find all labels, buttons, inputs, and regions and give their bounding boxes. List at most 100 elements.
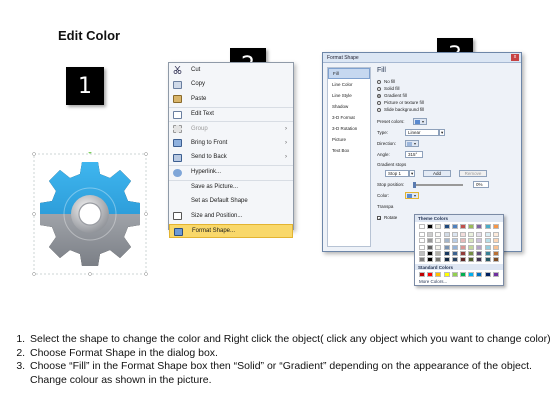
color-swatch[interactable] xyxy=(419,224,425,229)
color-swatch[interactable] xyxy=(427,244,434,250)
nav-item-line-color[interactable]: Line Color xyxy=(328,79,370,90)
standard-color-swatch[interactable] xyxy=(435,272,442,277)
option-gradient-fill[interactable]: Gradient fill xyxy=(377,92,517,99)
color-swatch[interactable] xyxy=(476,244,483,250)
angle-input[interactable]: 315° xyxy=(405,151,423,158)
nav-item-fill[interactable]: Fill xyxy=(328,68,370,79)
option-solid-fill[interactable]: Solid fill xyxy=(377,85,517,92)
color-swatch[interactable] xyxy=(492,232,499,238)
color-swatch[interactable] xyxy=(419,232,425,238)
standard-color-swatch[interactable] xyxy=(427,272,434,277)
nav-item-3d-rotation[interactable]: 3-D Rotation xyxy=(328,123,370,134)
standard-color-swatch[interactable] xyxy=(492,272,499,277)
color-swatch[interactable] xyxy=(460,238,466,244)
nav-item-shadow[interactable]: Shadow xyxy=(328,101,370,112)
nav-item-3d-format[interactable]: 3-D Format xyxy=(328,112,370,123)
color-swatch[interactable] xyxy=(492,250,499,256)
menu-item-cut[interactable]: Cut xyxy=(169,63,293,78)
color-swatch[interactable] xyxy=(435,250,442,256)
option-picture-fill[interactable]: Picture or texture fill xyxy=(377,99,517,106)
stop-select[interactable]: Stop 1 xyxy=(385,170,409,177)
menu-item-send-to-back[interactable]: Send to Back › xyxy=(169,151,293,166)
stop-position-input[interactable]: 0% xyxy=(473,181,489,188)
color-swatch[interactable] xyxy=(460,244,466,250)
color-swatch[interactable] xyxy=(451,238,458,244)
color-swatch[interactable] xyxy=(435,224,442,229)
color-swatch[interactable] xyxy=(451,224,458,229)
color-swatch[interactable] xyxy=(419,244,425,250)
standard-color-swatch[interactable] xyxy=(468,272,475,277)
standard-color-swatch[interactable] xyxy=(451,272,458,277)
type-select[interactable]: Linear xyxy=(405,129,439,136)
remove-stop-button[interactable]: Remove xyxy=(459,170,487,177)
color-swatch[interactable] xyxy=(435,257,442,262)
color-swatch[interactable] xyxy=(468,238,475,244)
color-swatch[interactable] xyxy=(484,257,491,262)
color-swatch[interactable] xyxy=(435,238,442,244)
menu-item-copy[interactable]: Copy xyxy=(169,78,293,93)
color-swatch[interactable] xyxy=(476,257,483,262)
color-swatch[interactable] xyxy=(492,257,499,262)
more-colors-link[interactable]: More Colors... xyxy=(419,279,447,284)
direction-button[interactable]: ▾ xyxy=(405,140,419,147)
color-swatch[interactable] xyxy=(468,232,475,238)
standard-color-swatch[interactable] xyxy=(419,272,425,277)
color-swatch[interactable] xyxy=(427,250,434,256)
color-swatch[interactable] xyxy=(443,238,450,244)
color-swatch[interactable] xyxy=(419,250,425,256)
color-swatch[interactable] xyxy=(484,244,491,250)
color-swatch[interactable] xyxy=(460,224,466,229)
standard-color-swatch[interactable] xyxy=(484,272,491,277)
color-swatch[interactable] xyxy=(451,250,458,256)
stop-position-slider[interactable] xyxy=(413,181,463,188)
close-icon[interactable]: x xyxy=(511,54,519,61)
color-swatch[interactable] xyxy=(476,232,483,238)
color-swatch[interactable] xyxy=(427,238,434,244)
color-swatch[interactable] xyxy=(419,238,425,244)
color-swatch[interactable] xyxy=(427,257,434,262)
color-swatch[interactable] xyxy=(460,257,466,262)
color-swatch[interactable] xyxy=(427,232,434,238)
color-swatch[interactable] xyxy=(443,250,450,256)
color-swatch[interactable] xyxy=(443,257,450,262)
standard-color-swatch[interactable] xyxy=(460,272,466,277)
menu-item-edit-text[interactable]: Edit Text xyxy=(169,106,293,122)
color-swatch[interactable] xyxy=(468,244,475,250)
color-swatch[interactable] xyxy=(435,232,442,238)
menu-item-save-as-picture[interactable]: Save as Picture... xyxy=(169,179,293,195)
color-swatch[interactable] xyxy=(484,250,491,256)
color-swatch[interactable] xyxy=(451,244,458,250)
color-swatch[interactable] xyxy=(476,250,483,256)
color-swatch[interactable] xyxy=(443,224,450,229)
color-swatch[interactable] xyxy=(468,257,475,262)
chevron-down-icon[interactable]: ▾ xyxy=(439,129,445,136)
preset-colors-button[interactable]: ▾ xyxy=(413,118,427,125)
color-button[interactable]: ▾ xyxy=(405,192,419,199)
color-swatch[interactable] xyxy=(476,224,483,229)
standard-color-swatch[interactable] xyxy=(443,272,450,277)
color-swatch[interactable] xyxy=(460,250,466,256)
nav-item-picture[interactable]: Picture xyxy=(328,134,370,145)
menu-item-format-shape[interactable]: Format Shape... xyxy=(169,223,293,239)
color-swatch[interactable] xyxy=(468,224,475,229)
standard-color-swatch[interactable] xyxy=(476,272,483,277)
menu-item-bring-to-front[interactable]: Bring to Front › xyxy=(169,136,293,151)
rotate-checkbox[interactable]: ✓ xyxy=(377,215,381,220)
color-swatch[interactable] xyxy=(451,257,458,262)
gear-shape[interactable] xyxy=(32,150,148,276)
color-swatch[interactable] xyxy=(460,232,466,238)
color-swatch[interactable] xyxy=(484,224,491,229)
chevron-down-icon[interactable]: ▾ xyxy=(409,170,415,177)
color-swatch[interactable] xyxy=(435,244,442,250)
menu-item-paste[interactable]: Paste xyxy=(169,92,293,107)
color-swatch[interactable] xyxy=(484,232,491,238)
add-stop-button[interactable]: Add xyxy=(423,170,451,177)
menu-item-set-default-shape[interactable]: Set as Default Shape xyxy=(169,194,293,209)
color-swatch[interactable] xyxy=(419,257,425,262)
color-swatch[interactable] xyxy=(443,232,450,238)
color-swatch[interactable] xyxy=(443,244,450,250)
menu-item-group[interactable]: Group › xyxy=(169,121,293,136)
nav-item-line-style[interactable]: Line Style xyxy=(328,90,370,101)
color-swatch[interactable] xyxy=(492,244,499,250)
color-swatch[interactable] xyxy=(476,238,483,244)
